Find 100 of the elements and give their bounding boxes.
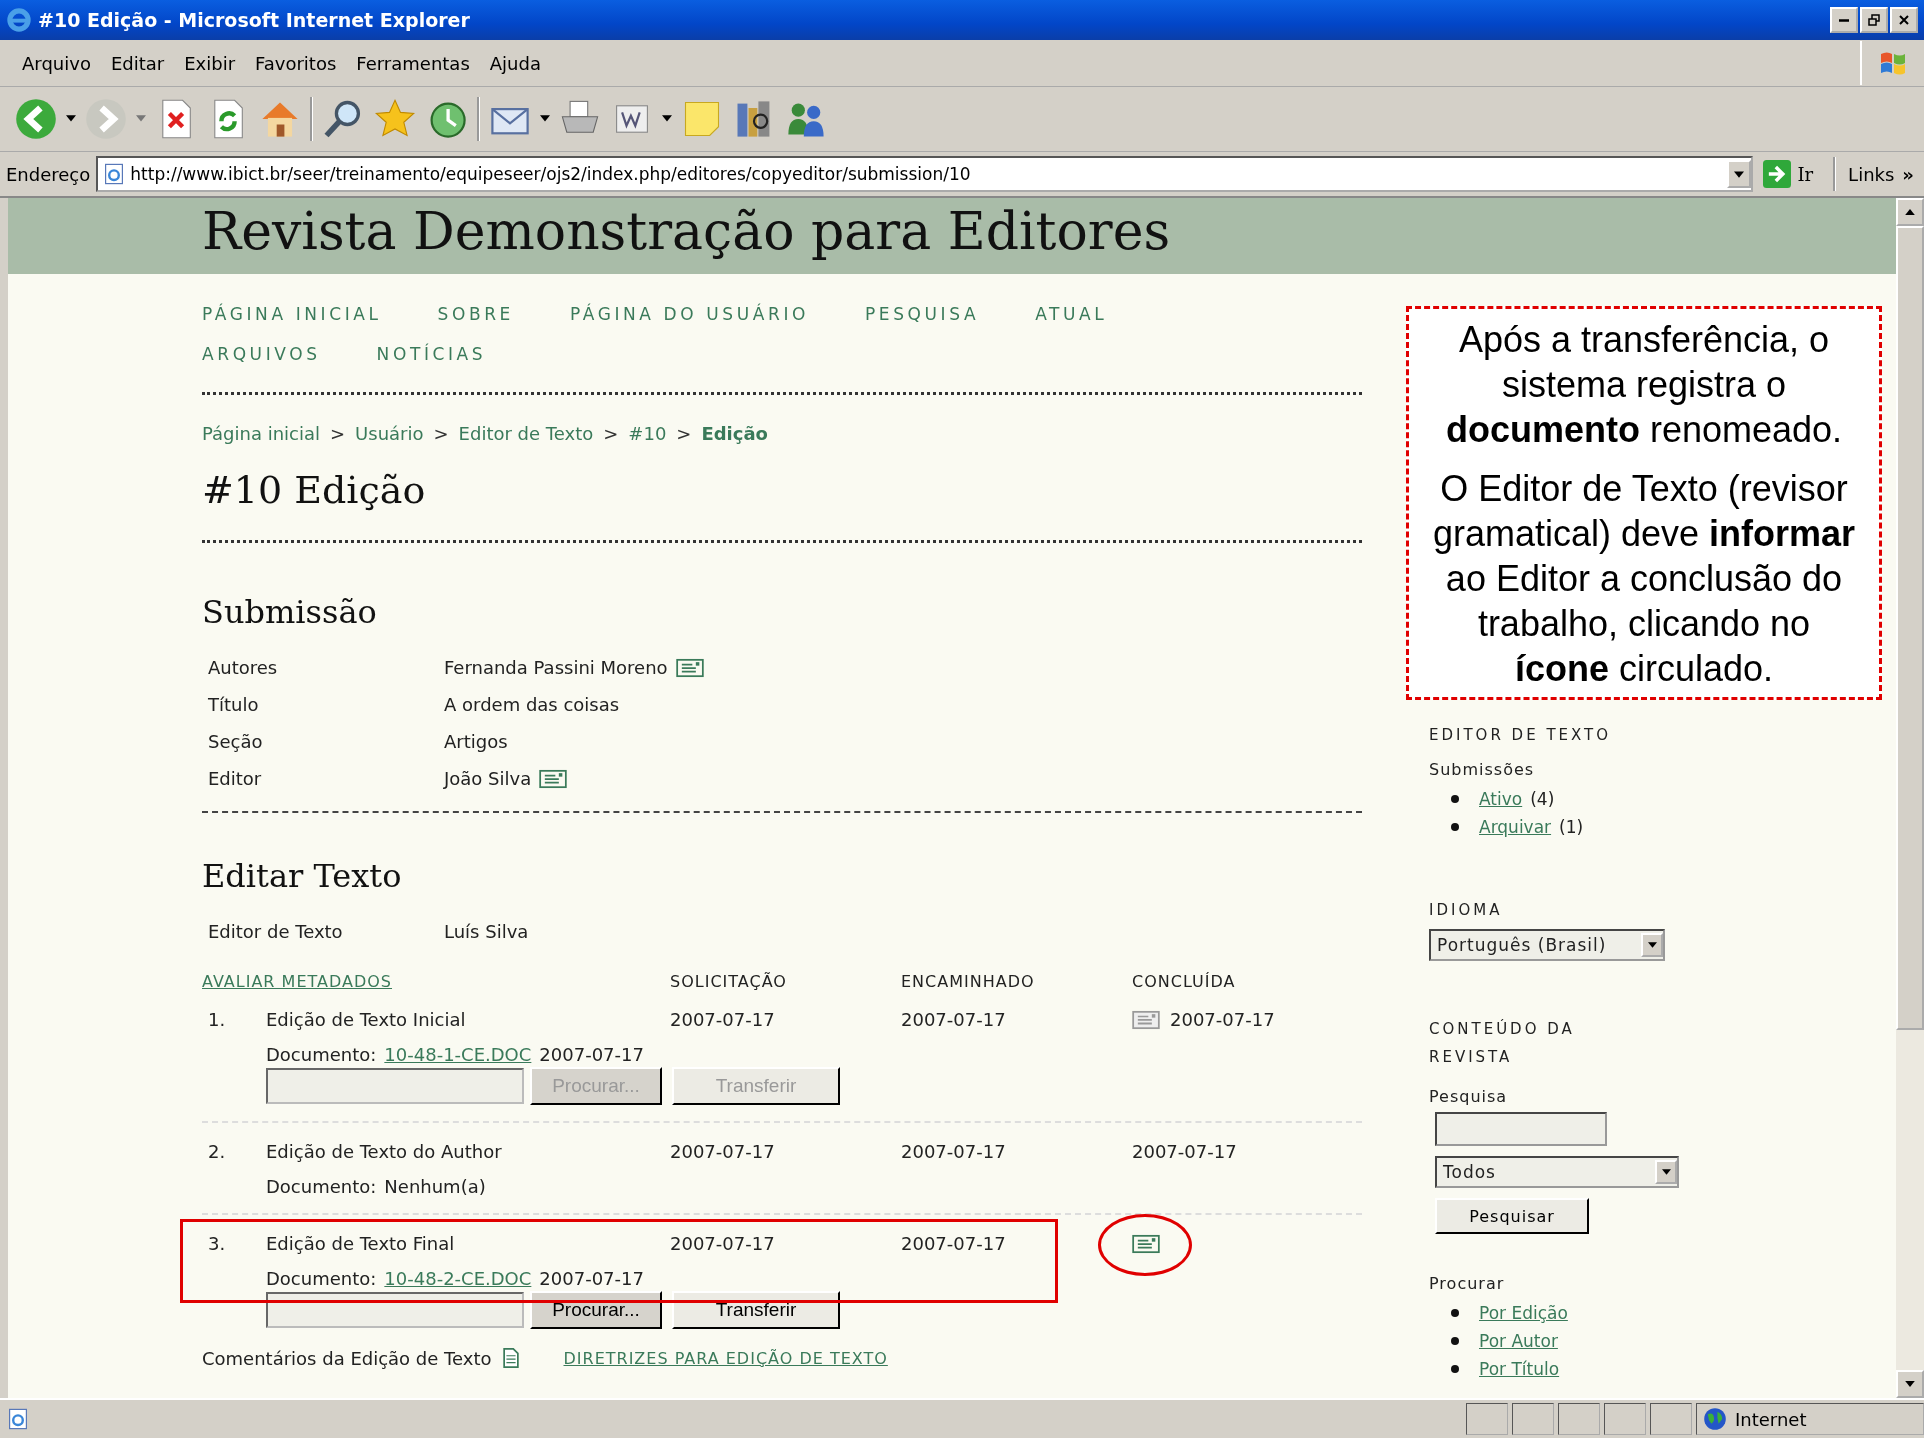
column-header: ENCAMINHADO — [901, 972, 1036, 991]
search-button[interactable]: Pesquisar — [1435, 1198, 1589, 1234]
close-icon — [1898, 14, 1910, 26]
scroll-thumb[interactable] — [1896, 226, 1924, 1030]
sidebar-heading: IDIOMA — [1429, 901, 1504, 919]
menu-item[interactable]: Ferramentas — [356, 52, 470, 74]
sidebar-label: Pesquisa — [1429, 1087, 1509, 1106]
menu-item[interactable]: Favoritos — [255, 52, 337, 74]
document-value: Nenhum(a) — [384, 1176, 486, 1197]
bullet-icon — [1451, 1337, 1459, 1345]
step-number: 2. — [207, 1141, 227, 1162]
date-cell-text: 2007-07-17 — [901, 1009, 1007, 1030]
page-heading: #10 Edição — [202, 468, 427, 512]
nav-link[interactable]: ATUAL — [1035, 304, 1108, 324]
annotation-text: O Editor de Texto (revisor gramatical) deve informar ao Editor a conclusão do trabalho, clicando no ícone circulado. — [1431, 467, 1857, 691]
dropdown-arrow-icon[interactable] — [662, 115, 672, 123]
breadcrumb-link[interactable]: Edição — [701, 423, 768, 444]
bullet-icon — [1451, 1309, 1459, 1317]
scrollbar[interactable] — [1896, 198, 1924, 1398]
nav-link[interactable]: NOTÍCIAS — [376, 344, 487, 364]
document-link[interactable]: 10-48-1-CE.DOC — [384, 1044, 532, 1065]
section-heading: Editar Texto — [202, 857, 403, 895]
breadcrumb-link[interactable]: Usuário — [355, 423, 424, 444]
restore-button[interactable] — [1860, 7, 1888, 33]
document-date: 2007-07-17 — [539, 1268, 644, 1289]
links-button[interactable]: Links » — [1842, 163, 1918, 185]
menu-item[interactable]: Ajuda — [489, 52, 541, 74]
dropdown-arrow-icon[interactable] — [66, 115, 76, 123]
date-cell-text: 2007-07-17 — [901, 1141, 1007, 1162]
sidebar-link[interactable]: Arquivar — [1479, 817, 1552, 837]
scroll-up-button[interactable] — [1896, 198, 1924, 226]
comments-label: Comentários da Edição de Texto — [202, 1347, 492, 1369]
guidelines-link[interactable]: DIRETRIZES PARA EDIÇÃO DE TEXTO — [563, 1348, 888, 1368]
field-label: Editor — [208, 768, 263, 789]
field-value: João Silva — [444, 768, 532, 789]
message-icon[interactable] — [1132, 1009, 1160, 1030]
address-label: Endereço — [6, 163, 91, 185]
column-header: CONCLUÍDA — [1132, 972, 1237, 991]
breadcrumb-separator: > — [330, 423, 346, 444]
scope-select[interactable]: Todos — [1435, 1156, 1679, 1188]
date-cell: 2007-07-17 — [1132, 1141, 1237, 1162]
search-field[interactable] — [1435, 1112, 1607, 1146]
nav-link[interactable]: PÁGINA DO USUÁRIO — [569, 304, 809, 324]
browse-button[interactable]: Procurar... — [530, 1291, 662, 1329]
back-icon[interactable] — [14, 97, 58, 141]
date-cell-text: 2007-07-17 — [670, 1009, 776, 1030]
breadcrumb-link[interactable]: Editor de Texto — [458, 423, 594, 444]
step-title: Edição de Texto Final — [266, 1233, 456, 1254]
count-label: (1) — [1559, 817, 1584, 837]
field-value: A ordem das coisas — [444, 694, 620, 715]
menu-item[interactable]: Arquivo — [22, 52, 91, 74]
nav-link[interactable]: ARQUIVOS — [202, 344, 321, 364]
document-label: Documento: — [266, 1044, 377, 1065]
sidebar-link[interactable]: Por Autor — [1479, 1331, 1558, 1351]
nav-link[interactable]: PESQUISA — [865, 304, 980, 324]
metadata-link[interactable]: AVALIAR METADADOS — [202, 972, 670, 991]
language-select[interactable]: Português (Brasil) — [1429, 929, 1665, 961]
breadcrumb-link[interactable]: Página inicial — [202, 423, 320, 444]
field-value: Luís Silva — [444, 921, 529, 942]
sidebar-heading: CONTEÚDO DA REVISTA — [1429, 1018, 1576, 1068]
status-panel — [1650, 1403, 1692, 1435]
minimize-button[interactable] — [1830, 7, 1858, 33]
browser-logo-icon — [6, 7, 32, 33]
step-title: Edição de Texto Inicial — [266, 1009, 467, 1030]
menu-item[interactable]: Editar — [110, 52, 165, 74]
status-panel — [1558, 1403, 1600, 1435]
status-panel — [1604, 1403, 1646, 1435]
sidebar-link[interactable]: Por Título — [1479, 1359, 1560, 1379]
step-number: 1. — [207, 1009, 227, 1030]
nav-link[interactable]: PÁGINA INICIAL — [202, 304, 382, 324]
message-icon[interactable] — [1132, 1233, 1160, 1254]
sidebar-link[interactable]: Ativo — [1479, 789, 1523, 809]
step-number: 3. — [207, 1233, 227, 1254]
file-field[interactable] — [266, 1068, 524, 1104]
address-field[interactable]: http://www.ibict.br/seer/treinamento/equipeseer/ojs2/index.php/editores/copyeditor/submission/10 — [96, 156, 1754, 192]
menu-item[interactable]: Exibir — [184, 52, 236, 74]
caret-icon — [1905, 209, 1915, 215]
breadcrumb-link[interactable]: #10 — [628, 423, 667, 444]
caret-icon — [1661, 1169, 1671, 1175]
dropdown-arrow-icon[interactable] — [540, 115, 550, 123]
bullet-icon — [1451, 1365, 1459, 1373]
document-icon[interactable] — [503, 1347, 520, 1369]
caret-icon — [1734, 170, 1745, 178]
message-icon[interactable] — [675, 657, 704, 678]
scroll-down-button[interactable] — [1896, 1370, 1924, 1398]
message-icon[interactable] — [539, 768, 568, 789]
upload-button[interactable]: Transferir — [672, 1291, 840, 1329]
document-date: 2007-07-17 — [539, 1044, 644, 1065]
sidebar-link[interactable]: Por Edição — [1479, 1303, 1568, 1323]
document-link[interactable]: 10-48-2-CE.DOC — [384, 1268, 532, 1289]
field-label: Seção — [208, 731, 264, 752]
dropdown-button[interactable] — [1727, 160, 1752, 188]
go-button[interactable]: Ir — [1759, 160, 1828, 188]
sidebar-label: Procurar — [1429, 1274, 1506, 1293]
date-cell-text: 2007-07-17 — [670, 1233, 776, 1254]
page-icon — [6, 1407, 30, 1431]
nav-link[interactable]: SOBRE — [437, 304, 514, 324]
date-cell: 2007-07-17 — [1170, 1009, 1275, 1030]
journal-title: Revista Demonstração para Editores — [202, 201, 1171, 261]
close-button[interactable] — [1890, 7, 1918, 33]
